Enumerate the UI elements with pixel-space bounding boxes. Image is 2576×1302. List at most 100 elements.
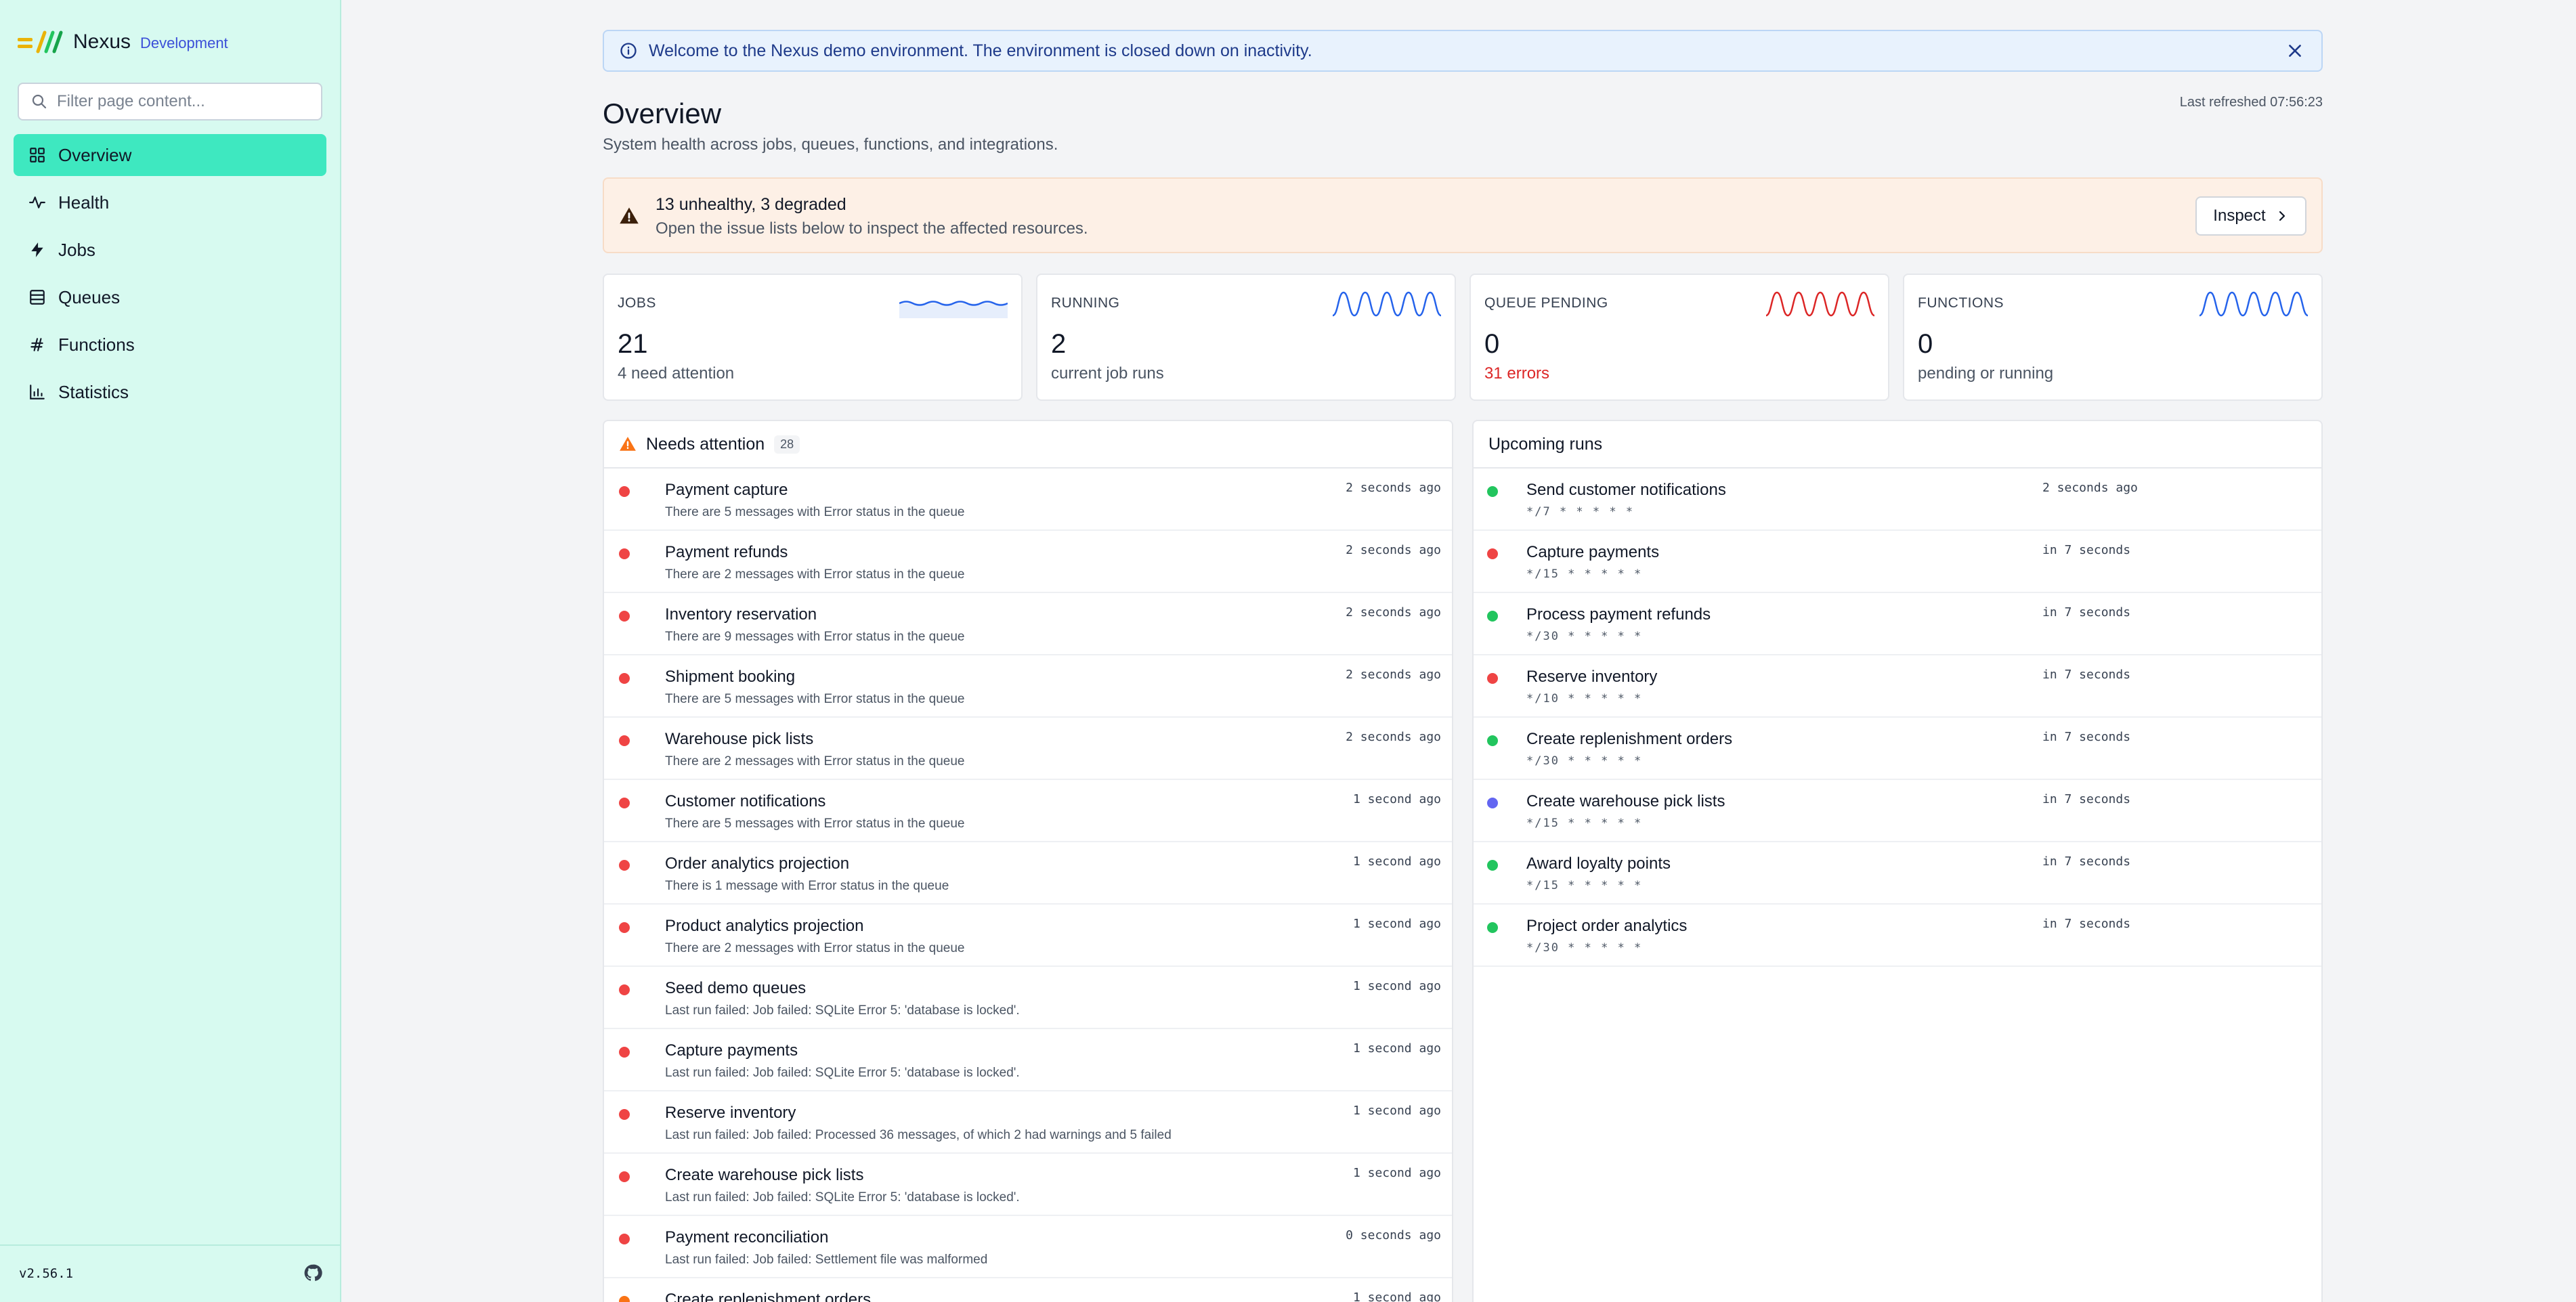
item-detail: There are 9 messages with Error status i… [665,630,965,644]
cron-expression: */10 * * * * * [1526,692,1643,706]
list-item[interactable]: Capture payments */15 * * * * * in 7 secon… [1474,531,2321,593]
sidebar-item-overview[interactable]: Overview [14,134,326,176]
list-item[interactable]: Capture payments Last run failed: Job fai… [604,1029,1452,1091]
stat-card-running[interactable]: RUNNING 2 current job runs [1036,274,1456,401]
brand[interactable]: Nexus Development [18,27,228,57]
status-dot-icon [619,611,630,622]
status-dot-icon [1487,611,1498,622]
close-icon[interactable] [2286,42,2304,60]
list-item[interactable]: Create warehouse pick lists Last run fail… [604,1154,1452,1216]
stat-value: 2 [1051,329,1067,359]
item-detail: Last run failed: Job failed: Processed 3… [665,1128,1172,1142]
panel-title: Upcoming runs [1488,434,1603,454]
sidebar-item-jobs[interactable]: Jobs [14,229,326,271]
stat-card-jobs[interactable]: JOBS 21 4 need attention [603,274,1023,401]
filter-search-box[interactable] [18,83,322,121]
list-item[interactable]: Inventory reservation There are 9 message… [604,593,1452,655]
filter-page-input[interactable] [57,92,314,111]
item-time: 1 second ago [1352,1041,1441,1056]
list-item[interactable]: Reserve inventory Last run failed: Job fa… [604,1091,1452,1154]
item-time: 2 seconds ago [1346,481,1441,495]
list-item[interactable]: Create replenishment orders 1 second ago [604,1278,1452,1302]
item-title: Create replenishment orders [1526,730,1733,748]
queue-pending-sparkline [1766,291,1874,317]
nexus-logo-icon [18,30,63,53]
item-time: 2 seconds ago [1346,543,1441,557]
list-item[interactable]: Create replenishment orders */30 * * * * … [1474,718,2321,780]
sidebar-item-label: Functions [58,334,135,355]
needs-attention-header: Needs attention 28 [604,421,1452,469]
list-item[interactable]: Shipment booking There are 5 messages wit… [604,655,1452,718]
sidebar-nav: Overview Health Jobs Queues Functions St… [14,134,326,418]
inspect-button[interactable]: Inspect [2195,196,2306,236]
stat-card-functions[interactable]: FUNCTIONS 0 pending or running [1903,274,2323,401]
item-time: in 7 seconds [2042,854,2131,869]
item-detail: There are 5 messages with Error status i… [665,692,965,706]
item-title: Capture payments [665,1041,798,1060]
item-time: in 7 seconds [2042,792,2131,806]
sidebar-item-label: Health [58,192,110,213]
sidebar: Nexus Development Overview Health Jobs [0,0,341,1302]
status-dot-icon [1487,860,1498,871]
status-dot-icon [619,984,630,995]
list-item[interactable]: Reserve inventory */10 * * * * * in 7 seco… [1474,655,2321,718]
item-time: 1 second ago [1352,1290,1441,1302]
list-item[interactable]: Project order analytics */30 * * * * * in … [1474,905,2321,967]
item-time: in 7 seconds [2042,668,2131,682]
item-title: Inventory reservation [665,605,817,624]
list-item[interactable]: Payment capture There are 5 messages with… [604,469,1452,531]
status-dot-icon [619,1234,630,1244]
list-item[interactable]: Payment reconciliation Last run failed: J… [604,1216,1452,1278]
stat-card-queue-pending[interactable]: QUEUE PENDING 0 31 errors [1469,274,1889,401]
item-time: in 7 seconds [2042,543,2131,557]
panel-title: Needs attention [646,434,765,454]
list-item[interactable]: Process payment refunds */30 * * * * * in … [1474,593,2321,655]
list-item[interactable]: Send customer notifications */7 * * * * *… [1474,469,2321,531]
alert-title: 13 unhealthy, 3 degraded [656,195,846,214]
pulse-icon [29,196,45,209]
list-item[interactable]: Payment refunds There are 2 messages with… [604,531,1452,593]
list-item[interactable]: Award loyalty points */15 * * * * * in 7 s… [1474,842,2321,905]
sidebar-item-functions[interactable]: Functions [14,324,326,366]
cron-expression: */30 * * * * * [1526,630,1643,643]
banner-text: Welcome to the Nexus demo environment. T… [649,41,1312,60]
stat-sub: current job runs [1051,364,1164,383]
github-icon[interactable] [303,1263,322,1282]
sidebar-item-queues[interactable]: Queues [14,276,326,318]
page-title: Overview [603,97,722,129]
sidebar-item-health[interactable]: Health [14,181,326,223]
sidebar-item-label: Statistics [58,381,129,402]
function-icon [30,338,43,351]
cron-expression: */15 * * * * * [1526,879,1643,892]
stat-value: 0 [1484,329,1500,359]
item-title: Reserve inventory [1526,668,1658,686]
status-dot-icon [1487,798,1498,808]
item-title: Warehouse pick lists [665,730,814,748]
item-time: 2 seconds ago [1346,605,1441,620]
stat-label: RUNNING [1051,295,1120,311]
environment-label: Development [140,35,228,51]
cron-expression: */30 * * * * * [1526,754,1643,768]
item-time: 2 seconds ago [1346,668,1441,682]
item-title: Product analytics projection [665,917,864,935]
item-detail: There are 5 messages with Error status i… [665,505,965,519]
list-item[interactable]: Order analytics projection There is 1 mes… [604,842,1452,905]
item-detail: There are 2 messages with Error status i… [665,567,965,582]
inspect-button-label: Inspect [2213,207,2266,225]
stat-sub-errors: 31 errors [1484,364,1550,383]
item-title: Project order analytics [1526,917,1688,935]
list-item[interactable]: Product analytics projection There are 2 … [604,905,1452,967]
sidebar-item-statistics[interactable]: Statistics [14,371,326,413]
status-dot-icon [619,1171,630,1182]
list-item[interactable]: Create warehouse pick lists */15 * * * * … [1474,780,2321,842]
jobs-sparkline [899,301,1008,318]
status-dot-icon [619,1109,630,1120]
list-item[interactable]: Seed demo queues Last run failed: Job fai… [604,967,1452,1029]
list-item[interactable]: Customer notifications There are 5 messag… [604,780,1452,842]
item-title: Send customer notifications [1526,481,1726,499]
list-item[interactable]: Warehouse pick lists There are 2 messages… [604,718,1452,780]
cron-expression: */30 * * * * * [1526,941,1643,955]
item-title: Seed demo queues [665,979,807,997]
count-badge: 28 [774,435,800,454]
item-time: 1 second ago [1352,854,1441,869]
